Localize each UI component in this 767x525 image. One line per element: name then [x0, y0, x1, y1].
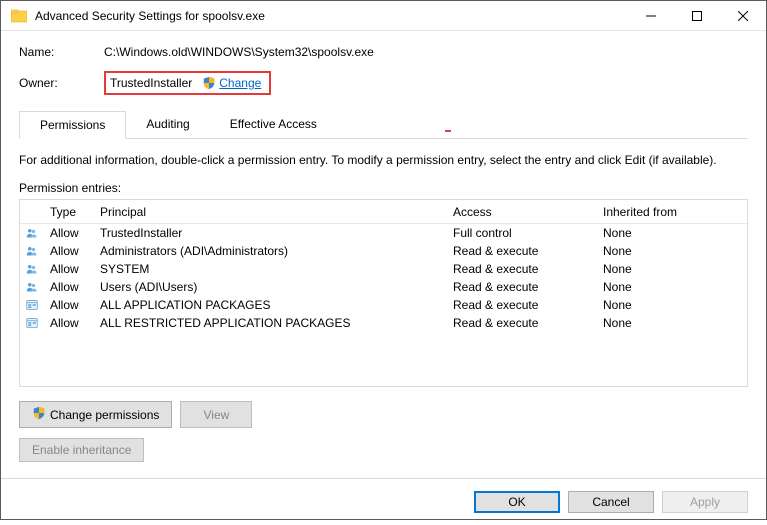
enable-inheritance-button[interactable]: Enable inheritance — [19, 438, 144, 462]
cell-principal: ALL APPLICATION PACKAGES — [94, 298, 447, 312]
table-row[interactable]: AllowALL APPLICATION PACKAGESRead & exec… — [20, 296, 747, 314]
table-header: Type Principal Access Inherited from — [20, 200, 747, 224]
cell-type: Allow — [44, 298, 94, 312]
table-row[interactable]: AllowSYSTEMRead & executeNone — [20, 260, 747, 278]
apply-button[interactable]: Apply — [662, 491, 748, 513]
cell-access: Full control — [447, 226, 597, 240]
cell-access: Read & execute — [447, 244, 597, 258]
window-title: Advanced Security Settings for spoolsv.e… — [35, 9, 628, 23]
principal-icon — [20, 297, 44, 313]
col-access[interactable]: Access — [447, 205, 597, 219]
owner-label: Owner: — [19, 76, 104, 90]
table-row[interactable]: AllowTrustedInstallerFull controlNone — [20, 224, 747, 242]
col-type[interactable]: Type — [44, 205, 94, 219]
table-row[interactable]: AllowUsers (ADI\Users)Read & executeNone — [20, 278, 747, 296]
info-text: For additional information, double-click… — [19, 153, 748, 167]
principal-icon — [20, 315, 44, 331]
titlebar: Advanced Security Settings for spoolsv.e… — [1, 1, 766, 31]
close-button[interactable] — [720, 1, 766, 31]
cell-type: Allow — [44, 316, 94, 330]
principal-icon — [20, 279, 44, 295]
shield-icon — [32, 406, 46, 423]
cell-principal: Administrators (ADI\Administrators) — [94, 244, 447, 258]
button-row-2: Enable inheritance — [19, 438, 748, 462]
change-permissions-button[interactable]: Change permissions — [19, 401, 172, 428]
folder-security-icon — [11, 8, 27, 24]
cell-type: Allow — [44, 262, 94, 276]
cell-access: Read & execute — [447, 280, 597, 294]
cell-principal: SYSTEM — [94, 262, 447, 276]
principal-icon — [20, 243, 44, 259]
view-button[interactable]: View — [180, 401, 252, 428]
cell-inherited: None — [597, 262, 747, 276]
shield-icon — [202, 76, 216, 90]
table-row[interactable]: AllowALL RESTRICTED APPLICATION PACKAGES… — [20, 314, 747, 332]
cell-principal: TrustedInstaller — [94, 226, 447, 240]
cell-access: Read & execute — [447, 298, 597, 312]
button-row-1: Change permissions View — [19, 401, 748, 428]
entries-label: Permission entries: — [19, 181, 748, 195]
window: Advanced Security Settings for spoolsv.e… — [0, 0, 767, 520]
cell-inherited: None — [597, 226, 747, 240]
principal-icon — [20, 261, 44, 277]
window-controls — [628, 1, 766, 31]
cell-inherited: None — [597, 316, 747, 330]
owner-value: TrustedInstaller — [110, 76, 192, 90]
cell-principal: Users (ADI\Users) — [94, 280, 447, 294]
principal-icon — [20, 225, 44, 241]
name-value: C:\Windows.old\WINDOWS\System32\spoolsv.… — [104, 45, 374, 59]
name-label: Name: — [19, 45, 104, 59]
tabs: Permissions Auditing Effective Access — [19, 111, 748, 139]
cancel-button[interactable]: Cancel — [568, 491, 654, 513]
col-principal[interactable]: Principal — [94, 205, 447, 219]
cell-inherited: None — [597, 280, 747, 294]
cell-inherited: None — [597, 298, 747, 312]
cell-type: Allow — [44, 244, 94, 258]
owner-row: Owner: TrustedInstaller Change — [19, 71, 748, 95]
cell-access: Read & execute — [447, 262, 597, 276]
cell-type: Allow — [44, 280, 94, 294]
minimize-button[interactable] — [628, 1, 674, 31]
permissions-table: Type Principal Access Inherited from All… — [19, 199, 748, 387]
table-row[interactable]: AllowAdministrators (ADI\Administrators)… — [20, 242, 747, 260]
cell-principal: ALL RESTRICTED APPLICATION PACKAGES — [94, 316, 447, 330]
annotation-mark — [445, 130, 451, 132]
ok-button[interactable]: OK — [474, 491, 560, 513]
tab-permissions[interactable]: Permissions — [19, 111, 126, 139]
footer: OK Cancel Apply — [1, 478, 766, 525]
table-body: AllowTrustedInstallerFull controlNoneAll… — [20, 224, 747, 332]
cell-inherited: None — [597, 244, 747, 258]
col-inherited[interactable]: Inherited from — [597, 205, 747, 219]
tab-effective-access[interactable]: Effective Access — [210, 111, 337, 138]
name-row: Name: C:\Windows.old\WINDOWS\System32\sp… — [19, 45, 748, 59]
maximize-button[interactable] — [674, 1, 720, 31]
cell-access: Read & execute — [447, 316, 597, 330]
cell-type: Allow — [44, 226, 94, 240]
tab-auditing[interactable]: Auditing — [126, 111, 209, 138]
change-owner-link[interactable]: Change — [219, 76, 261, 90]
content-area: Name: C:\Windows.old\WINDOWS\System32\sp… — [1, 31, 766, 478]
owner-highlight-box: TrustedInstaller Change — [104, 71, 271, 95]
